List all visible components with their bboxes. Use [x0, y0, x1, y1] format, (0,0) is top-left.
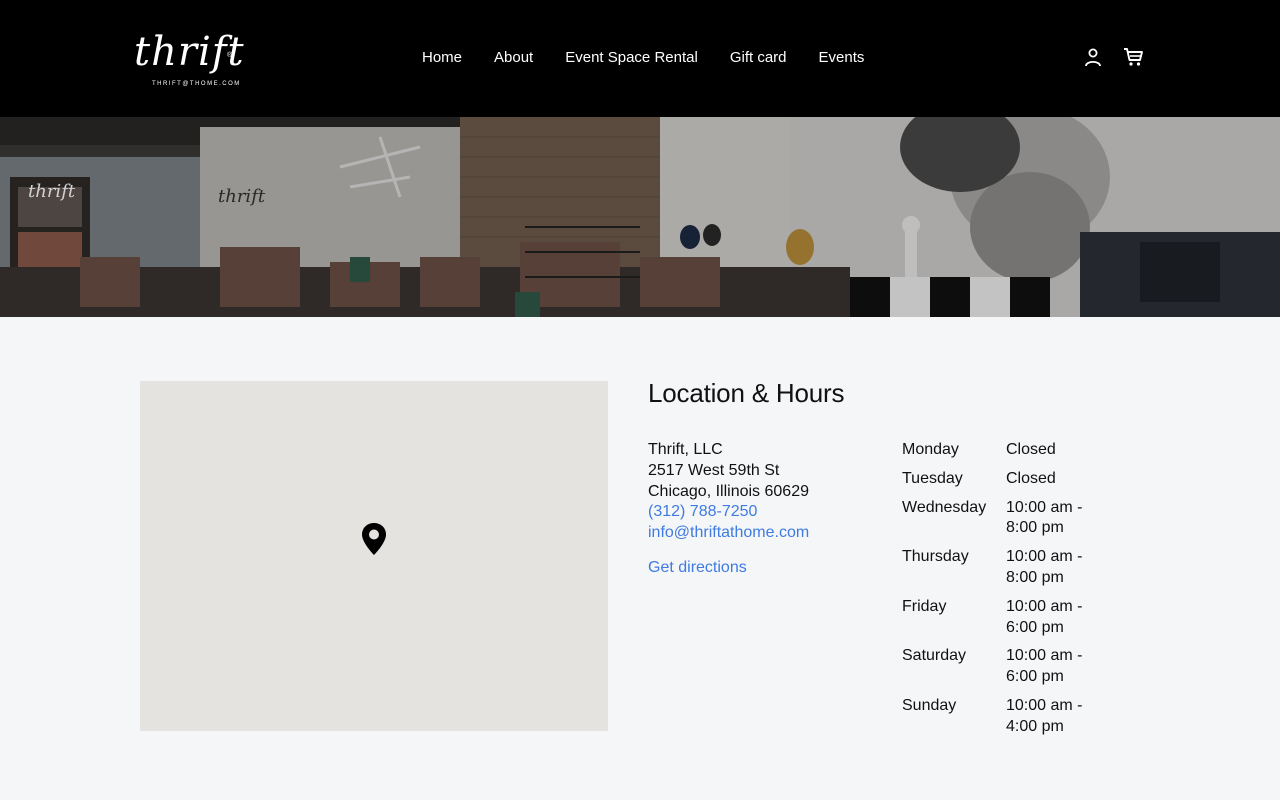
nav-item-gift-card[interactable]: Gift card [730, 49, 787, 67]
hours-row: Monday Closed [902, 440, 1112, 461]
main-nav: Home About Event Space Rental Gift card … [422, 49, 864, 67]
city-state-zip: Chicago, Illinois 60629 [648, 482, 809, 500]
hours-row: Friday 10:00 am - 6:00 pm [902, 597, 1112, 639]
nav-item-about[interactable]: About [494, 49, 533, 67]
hours-time: 10:00 am - 4:00 pm [1006, 696, 1083, 735]
hours-row: Thursday 10:00 am - 8:00 pm [902, 547, 1112, 589]
hours-time: Closed [1006, 469, 1056, 487]
business-name: Thrift, LLC [648, 441, 723, 458]
hours-table: Monday Closed Tuesday Closed Wednesday 1… [902, 440, 1112, 746]
logo-subtext: THRIFT@THOME.COM [152, 81, 241, 87]
hours-day: Monday [902, 441, 959, 458]
phone-link[interactable]: (312) 788-7250 [648, 502, 888, 523]
hours-row: Sunday 10:00 am - 4:00 pm [902, 696, 1112, 738]
location-map[interactable] [140, 381, 608, 731]
email-link[interactable]: info@thriftathome.com [648, 523, 888, 544]
nav-item-home[interactable]: Home [422, 49, 462, 67]
hero-store-image: thrift thrift [0, 117, 1280, 317]
hours-day: Sunday [902, 696, 957, 714]
hours-time: 10:00 am - 8:00 pm [1006, 548, 1083, 586]
hours-time: Closed [1006, 441, 1056, 458]
map-pin-icon [362, 523, 386, 555]
get-directions-link[interactable]: Get directions [648, 558, 888, 579]
site-header: thrift ® THRIFT@THOME.COM Home About Eve… [0, 0, 1280, 117]
location-hours-title: Location & Hours [648, 378, 845, 408]
hours-day: Wednesday [902, 498, 987, 516]
site-logo[interactable]: thrift ® THRIFT@THOME.COM [132, 29, 244, 90]
hours-day: Friday [902, 597, 947, 615]
nav-item-event-space-rental[interactable]: Event Space Rental [565, 49, 698, 67]
hours-row: Saturday 10:00 am - 6:00 pm [902, 646, 1112, 688]
hours-day: Saturday [902, 647, 967, 665]
hours-time: 10:00 am - 8:00 pm [1006, 498, 1083, 537]
hours-day: Tuesday [902, 469, 963, 487]
account-icon[interactable] [1082, 46, 1104, 68]
street-address: 2517 West 59th St [648, 461, 780, 479]
logo-registered-mark: ® [227, 52, 233, 59]
hours-time: 10:00 am - 6:00 pm [1006, 647, 1083, 686]
hours-row: Wednesday 10:00 am - 8:00 pm [902, 498, 1112, 540]
cart-icon[interactable] [1122, 46, 1144, 68]
hours-day: Thursday [902, 548, 969, 566]
hours-time: 10:00 am - 6:00 pm [1006, 597, 1083, 636]
store-interior-photo: thrift thrift [0, 117, 1280, 317]
hours-row: Tuesday Closed [902, 469, 1112, 490]
nav-item-events[interactable]: Events [819, 49, 865, 67]
address-block: Thrift, LLC 2517 West 59th St Chicago, I… [648, 440, 888, 579]
